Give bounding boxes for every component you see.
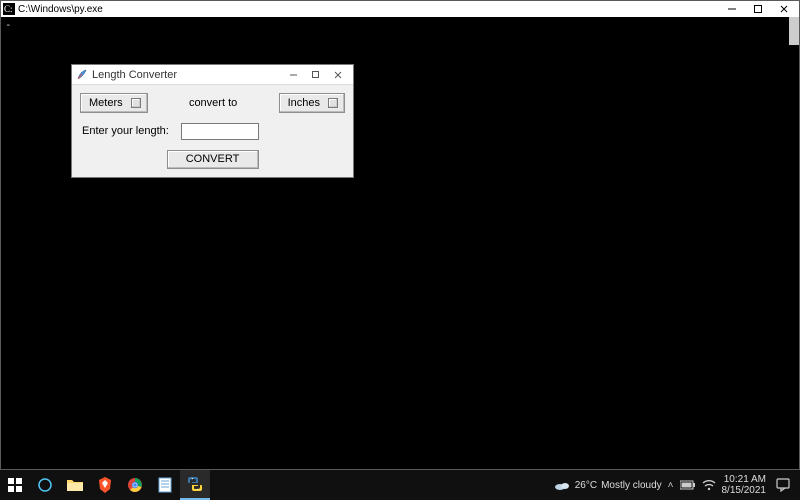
close-button[interactable] [771,2,797,16]
clock[interactable]: 10:21 AM 8/15/2021 [722,474,767,496]
svg-text:C:: C: [4,4,13,14]
battery-icon[interactable] [680,480,696,490]
weather-temp: 26°C [575,480,597,491]
length-converter-window: Length Converter Meters convert to [71,64,354,178]
dialog-minimize-button[interactable] [283,67,305,83]
system-tray: ˄ [668,479,716,491]
dialog-close-button[interactable] [327,67,349,83]
optionmenu-indicator-icon [328,98,338,108]
taskbar-left [0,470,210,500]
cortana-icon[interactable] [30,470,60,500]
window-controls [719,2,797,16]
brave-icon[interactable] [90,470,120,500]
taskbar-right: 26°C Mostly cloudy ˄ 10:21 AM [553,470,800,500]
action-center-icon[interactable] [772,478,794,492]
start-button[interactable] [0,470,30,500]
convert-to-label: convert to [148,97,279,109]
length-input[interactable] [181,123,259,140]
console-app-icon: C: [3,3,15,15]
convert-button-label: CONVERT [186,153,240,165]
dialog-title: Length Converter [92,69,283,81]
python-icon[interactable] [180,470,210,500]
from-unit-label: Meters [89,97,123,109]
dialog-maximize-button[interactable] [305,67,327,83]
to-unit-optionmenu[interactable]: Inches [279,93,345,113]
file-explorer-icon[interactable] [60,470,90,500]
chrome-icon[interactable] [120,470,150,500]
optionmenu-indicator-icon [131,98,141,108]
console-title: C:\Windows\py.exe [18,4,719,15]
minimize-button[interactable] [719,2,745,16]
from-unit-optionmenu[interactable]: Meters [80,93,148,113]
app-icon-notepad[interactable] [150,470,180,500]
dialog-titlebar[interactable]: Length Converter [72,65,353,85]
console-window: C: C:\Windows\py.exe - [0,0,800,470]
enter-length-label: Enter your length: [80,125,169,137]
console-caret: - [5,18,12,31]
clock-time: 10:21 AM [722,474,767,485]
taskbar: 26°C Mostly cloudy ˄ 10:21 AM [0,470,800,500]
tk-feather-icon [76,69,88,81]
dialog-body: Meters convert to Inches Enter your leng… [72,85,353,177]
vertical-scrollbar[interactable] [789,17,799,45]
tray-chevron-up-icon[interactable]: ˄ [668,480,674,491]
to-unit-label: Inches [288,97,320,109]
maximize-button[interactable] [745,2,771,16]
wifi-icon[interactable] [702,479,716,491]
clock-date: 8/15/2021 [722,485,767,496]
console-titlebar[interactable]: C: C:\Windows\py.exe [1,1,799,17]
convert-button[interactable]: CONVERT [167,150,259,169]
weather-widget[interactable]: 26°C Mostly cloudy [553,478,662,492]
weather-desc: Mostly cloudy [601,480,662,491]
weather-cloud-icon [553,478,571,492]
